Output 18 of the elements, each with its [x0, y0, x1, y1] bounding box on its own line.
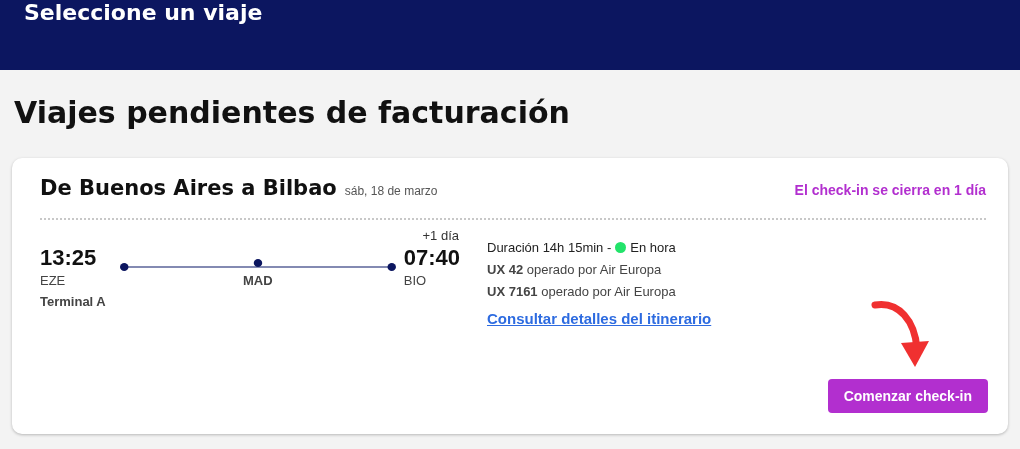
checkin-button[interactable]: Comenzar check-in [827, 379, 988, 413]
arrival-time: 07:40 [403, 245, 460, 271]
route-title: De Buenos Aires a Bilbao [40, 176, 337, 200]
stopover-code: MAD [242, 273, 273, 288]
flight-info: UX 7161 operado por Air Europa [487, 284, 677, 299]
page-title: Seleccione un viaje [24, 0, 263, 26]
itinerary-link[interactable]: Consultar detalles del itinerario [487, 310, 712, 327]
trip-date: sáb, 18 de marzo [344, 184, 438, 198]
section-heading: Viajes pendientes de facturación [14, 94, 571, 132]
airport-code: EZE [40, 273, 67, 288]
flight-info: UX 42 operado por Air Europa [487, 262, 663, 277]
closing-notice: El check-in se cierra en 1 día [794, 182, 986, 198]
departure-time: 13:25 [40, 245, 98, 271]
airport-code: BIO [403, 273, 428, 288]
terminal-label: Terminal A [40, 294, 106, 309]
duration-text: Duración 14h 15min - [487, 240, 612, 255]
status-text: En hora [630, 240, 676, 255]
day-offset: +1 día [422, 228, 459, 243]
